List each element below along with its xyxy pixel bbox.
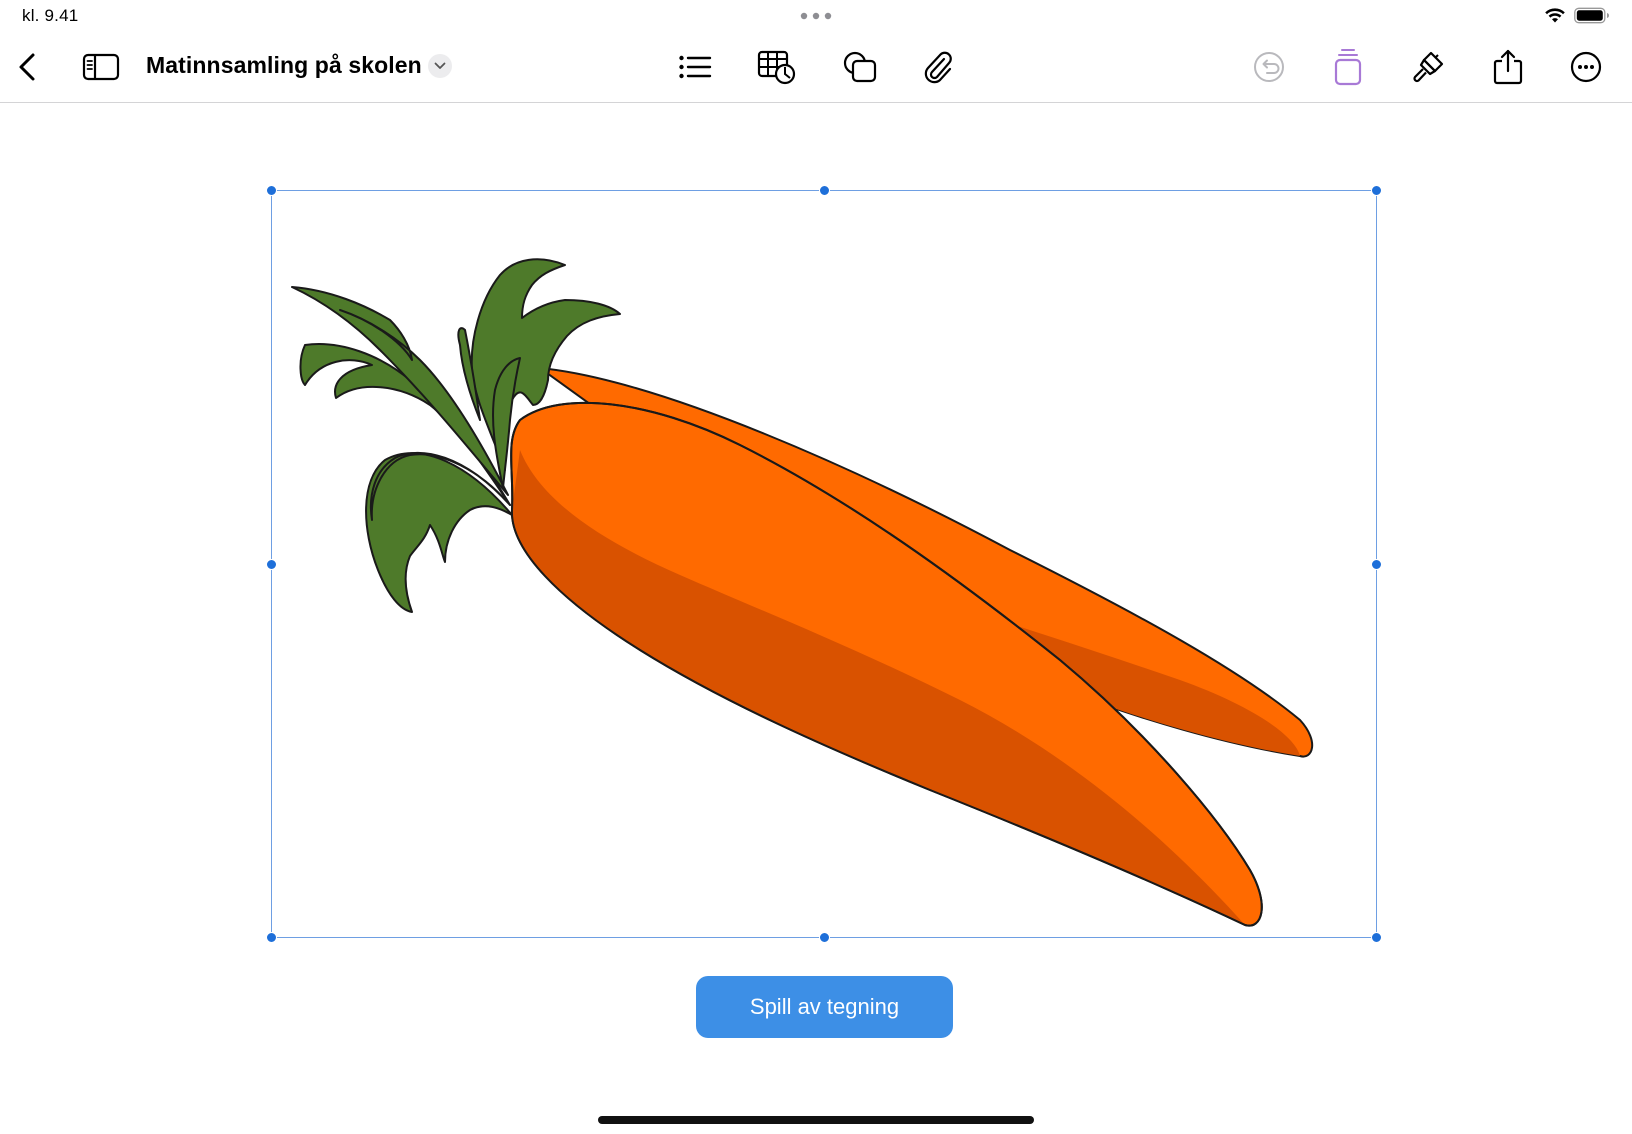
title-menu-button[interactable] bbox=[428, 54, 452, 78]
document-toolbar: Matinnsamling på skolen bbox=[0, 40, 1632, 103]
undo-button[interactable] bbox=[1245, 43, 1293, 91]
document-title[interactable]: Matinnsamling på skolen bbox=[146, 52, 422, 79]
attachment-button[interactable] bbox=[914, 43, 962, 91]
clipboard-icon bbox=[1334, 49, 1362, 86]
sidebar-icon bbox=[82, 53, 120, 81]
home-indicator[interactable] bbox=[598, 1116, 1034, 1124]
play-drawing-button[interactable]: Spill av tegning bbox=[696, 976, 953, 1038]
resize-handle-top-left[interactable] bbox=[266, 185, 277, 196]
list-icon bbox=[679, 55, 712, 79]
paperclip-icon bbox=[924, 51, 952, 84]
resize-handle-top-right[interactable] bbox=[1371, 185, 1382, 196]
resize-handle-bottom-left[interactable] bbox=[266, 932, 277, 943]
resize-handle-right[interactable] bbox=[1371, 559, 1382, 570]
status-time: kl. 9.41 bbox=[22, 6, 79, 25]
resize-handle-bottom-right[interactable] bbox=[1371, 932, 1382, 943]
share-icon bbox=[1493, 49, 1523, 85]
format-button[interactable] bbox=[1404, 43, 1452, 91]
list-button[interactable] bbox=[671, 43, 719, 91]
more-button[interactable] bbox=[1562, 43, 1610, 91]
ellipsis-circle-icon bbox=[1570, 51, 1602, 83]
carrot-drawing[interactable] bbox=[272, 191, 1376, 937]
battery-icon bbox=[1574, 7, 1609, 24]
wifi-icon bbox=[1545, 8, 1565, 23]
sidebar-button[interactable] bbox=[77, 43, 125, 91]
chevron-left-icon bbox=[19, 53, 35, 81]
paintbrush-icon bbox=[1413, 51, 1444, 83]
undo-icon bbox=[1254, 52, 1284, 82]
multitasking-dots-icon[interactable] bbox=[800, 12, 832, 20]
status-indicators bbox=[1544, 7, 1610, 24]
back-button[interactable] bbox=[4, 43, 52, 91]
status-bar: kl. 9.41 bbox=[0, 0, 1632, 34]
table-chart-icon bbox=[757, 50, 796, 85]
shapes-button[interactable] bbox=[836, 43, 884, 91]
resize-handle-bottom[interactable] bbox=[819, 932, 830, 943]
resize-handle-top[interactable] bbox=[819, 185, 830, 196]
shapes-icon bbox=[843, 51, 877, 83]
clipboard-button[interactable] bbox=[1324, 43, 1372, 91]
share-button[interactable] bbox=[1484, 43, 1532, 91]
resize-handle-left[interactable] bbox=[266, 559, 277, 570]
table-chart-button[interactable] bbox=[753, 43, 801, 91]
chevron-down-icon bbox=[434, 62, 446, 69]
